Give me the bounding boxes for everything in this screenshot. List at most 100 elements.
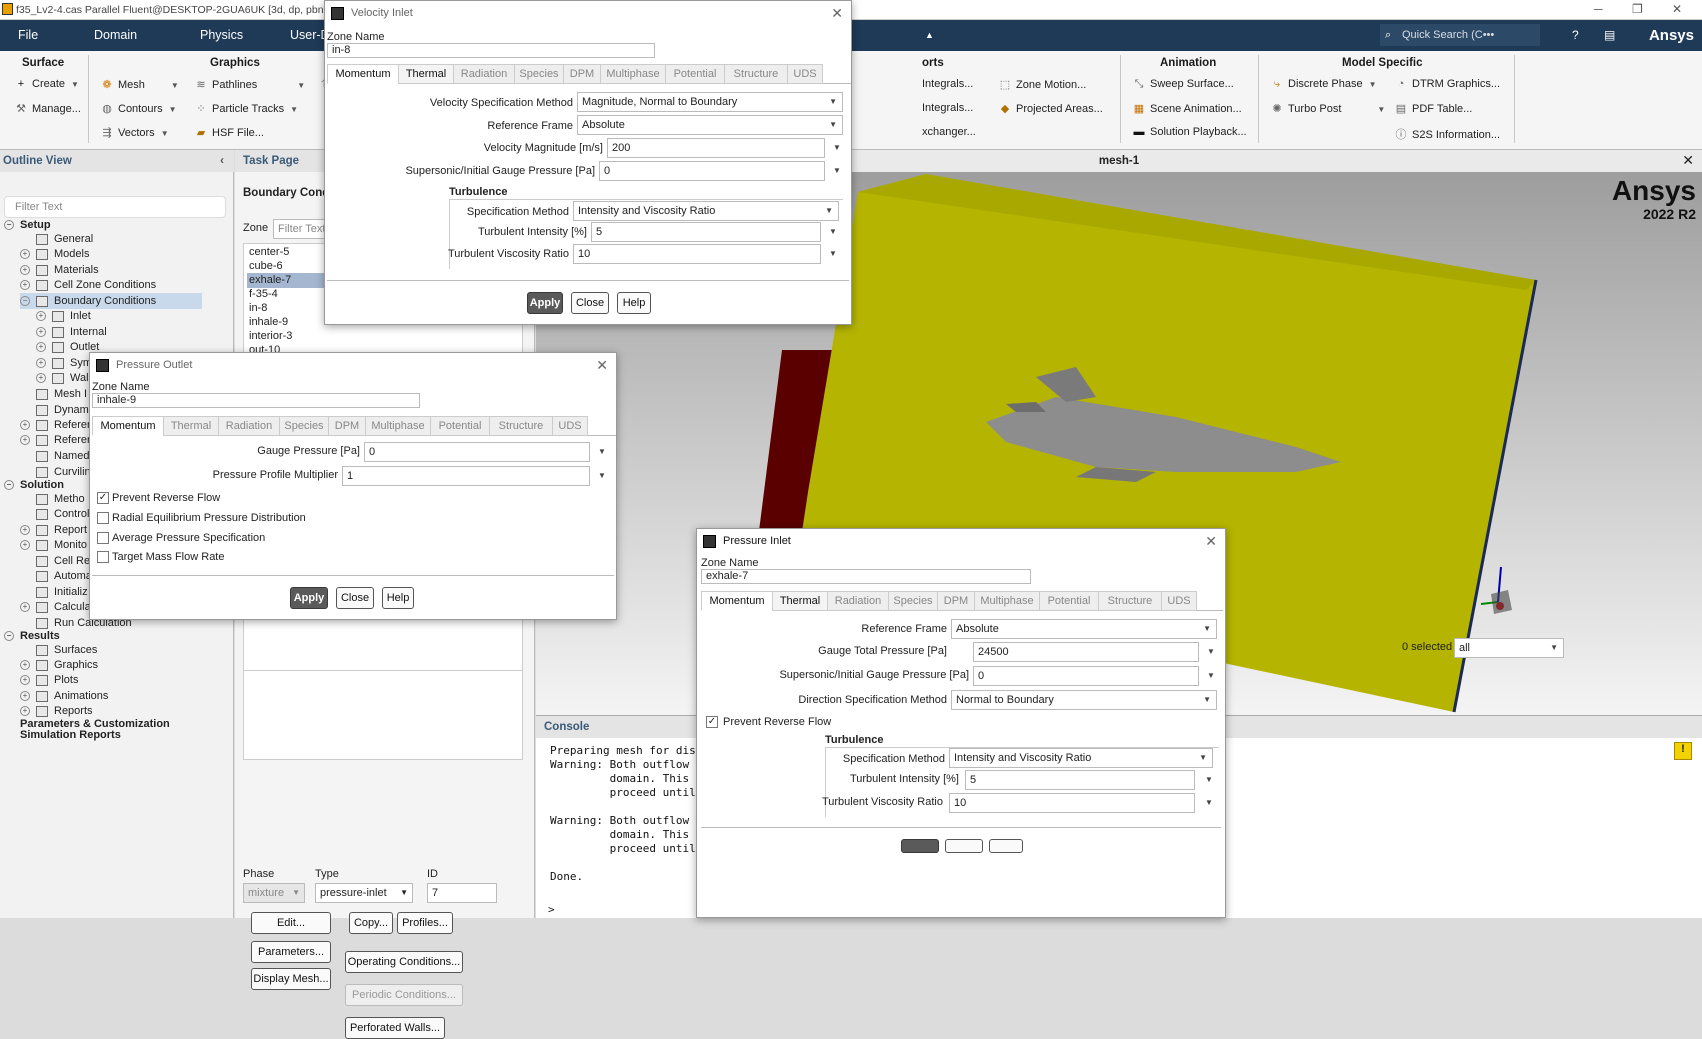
tab-dpm[interactable]: DPM <box>328 416 366 436</box>
outline-item-sym[interactable]: + Sym <box>36 355 92 371</box>
contours-button[interactable]: ◍ Contours ▼ <box>100 102 176 115</box>
collapse-icon[interactable]: − <box>20 296 30 307</box>
reference-frame-select[interactable]: Absolute ▼ <box>951 619 1217 639</box>
outline-item-general[interactable]: General <box>20 231 93 247</box>
menu-file[interactable]: File <box>18 20 38 51</box>
outline-item-referer[interactable]: + Referer <box>20 417 91 433</box>
help-button[interactable]: Help <box>617 292 651 314</box>
turbulence-spec-method-select[interactable]: Intensity and Viscosity Ratio ▼ <box>573 201 839 221</box>
tab-species[interactable]: Species <box>888 591 938 611</box>
outline-item-automa[interactable]: Automa <box>20 568 92 584</box>
scene-animation-button[interactable]: ▦ Scene Animation... <box>1132 102 1242 115</box>
expand-icon[interactable]: + <box>36 358 46 369</box>
tab-thermal[interactable]: Thermal <box>398 64 454 84</box>
outline-item-plots[interactable]: + Plots <box>20 672 78 688</box>
outline-item-control[interactable]: Control <box>20 506 89 522</box>
create-button[interactable]: + Create ▼ <box>14 78 79 90</box>
tab-structure[interactable]: Structure <box>724 64 788 84</box>
vectors-button[interactable]: ⇶ Vectors ▼ <box>100 126 168 139</box>
outline-item-internal[interactable]: + Internal <box>36 324 107 340</box>
quick-search[interactable]: ⌕ Quick Search (C••• <box>1380 24 1540 46</box>
radial-equilibrium-checkbox[interactable] <box>97 512 109 524</box>
help-button[interactable] <box>989 839 1023 853</box>
pressure-profile-multiplier-field[interactable]: 1 <box>342 466 590 486</box>
particle-tracks-button[interactable]: ⁘ Particle Tracks ▼ <box>194 102 298 115</box>
expand-icon[interactable]: + <box>36 342 46 353</box>
outline-item-wal[interactable]: + Wal <box>36 370 89 386</box>
edit-button[interactable]: Edit... <box>251 912 331 934</box>
outline-item-dynami[interactable]: Dynami <box>20 402 91 418</box>
projected-areas-button[interactable]: ◆ Projected Areas... <box>998 102 1103 115</box>
tab-thermal[interactable]: Thermal <box>772 591 828 611</box>
tab-thermal[interactable]: Thermal <box>163 416 219 436</box>
velocity-magnitude-field[interactable]: 200 <box>607 138 825 158</box>
expand-icon[interactable]: + <box>36 311 46 322</box>
tab-potential[interactable]: Potential <box>665 64 725 84</box>
param-dropdown-icon[interactable]: ▼ <box>829 227 837 236</box>
tab-uds[interactable]: UDS <box>787 64 823 84</box>
direction-spec-method-select[interactable]: Normal to Boundary ▼ <box>951 690 1217 710</box>
gauge-total-pressure-field[interactable]: 24500 <box>973 642 1199 662</box>
minimize-icon[interactable]: ─ <box>1594 2 1603 16</box>
turbo-post-button[interactable]: ✺ Turbo Post ▼ <box>1270 102 1385 115</box>
tab-multiphase[interactable]: Multiphase <box>974 591 1040 611</box>
outline-item-cell-zone-conditions[interactable]: + Cell Zone Conditions <box>20 277 156 293</box>
tab-momentum[interactable]: Momentum <box>327 64 399 84</box>
apply-button[interactable] <box>901 839 939 853</box>
restore-icon[interactable]: ❐ <box>1632 2 1643 16</box>
close-dialog-icon[interactable]: ✕ <box>1205 529 1217 553</box>
collapse-icon[interactable]: − <box>4 631 14 642</box>
parameters-button[interactable]: Parameters... <box>251 941 331 963</box>
surface-integrals-button[interactable]: Integrals... <box>922 78 973 90</box>
help-button[interactable]: Help <box>382 587 414 609</box>
close-button[interactable]: Close <box>336 587 374 609</box>
outline-item-materials[interactable]: + Materials <box>20 262 99 278</box>
outline-item-referer[interactable]: + Referer <box>20 432 91 448</box>
apply-button[interactable]: Apply <box>290 587 328 609</box>
close-dialog-icon[interactable]: ✕ <box>596 353 608 377</box>
expand-icon[interactable]: + <box>20 265 30 276</box>
viscosity-ratio-field[interactable]: 10 <box>573 244 821 264</box>
close-button[interactable] <box>945 839 983 853</box>
tab-species[interactable]: Species <box>279 416 329 436</box>
heat-exchanger-button[interactable]: xchanger... <box>922 126 976 138</box>
collapse-icon[interactable]: − <box>4 220 14 231</box>
zone-name-field[interactable]: exhale-7 <box>701 569 1031 584</box>
close-button[interactable]: Close <box>571 292 609 314</box>
reference-frame-select[interactable]: Absolute ▼ <box>577 115 843 135</box>
outline-item-simulation-reports[interactable]: Simulation Reports <box>4 727 121 743</box>
warning-icon[interactable]: ! <box>1674 742 1692 760</box>
param-dropdown-icon[interactable]: ▼ <box>833 143 841 152</box>
expand-icon[interactable]: + <box>20 540 30 551</box>
menu-physics[interactable]: Physics <box>200 20 243 51</box>
collapse-ribbon-icon[interactable]: ▲ <box>925 20 934 51</box>
outline-item-boundary-conditions[interactable]: − Boundary Conditions <box>20 293 202 309</box>
outline-item-report[interactable]: + Report <box>20 522 87 538</box>
tab-uds[interactable]: UDS <box>552 416 588 436</box>
panel-icon[interactable]: ▤ <box>1604 27 1618 43</box>
expand-icon[interactable]: + <box>20 280 30 291</box>
param-dropdown-icon[interactable]: ▼ <box>1205 798 1213 807</box>
outline-item-initializ[interactable]: Initializ <box>20 584 88 600</box>
operating-conditions-button[interactable]: Operating Conditions... <box>345 951 463 973</box>
tab-dpm[interactable]: DPM <box>563 64 601 84</box>
solution-playback-button[interactable]: ▬ Solution Playback... <box>1132 126 1247 138</box>
tab-structure[interactable]: Structure <box>489 416 553 436</box>
outline-item-surfaces[interactable]: Surfaces <box>20 642 97 658</box>
param-dropdown-icon[interactable]: ▼ <box>1207 671 1215 680</box>
profiles-button[interactable]: Profiles... <box>397 912 453 934</box>
tab-uds[interactable]: UDS <box>1161 591 1197 611</box>
expand-icon[interactable]: + <box>20 249 30 260</box>
collapse-icon[interactable]: − <box>4 480 14 491</box>
prevent-reverse-flow-checkbox[interactable]: ✓ <box>97 492 109 504</box>
type-select[interactable]: pressure-inlet ▼ <box>315 883 413 903</box>
outline-item-cell-re[interactable]: Cell Re <box>20 553 90 569</box>
close-window-icon[interactable]: ✕ <box>1672 2 1682 16</box>
tab-momentum[interactable]: Momentum <box>92 416 164 436</box>
param-dropdown-icon[interactable]: ▼ <box>598 471 606 480</box>
tab-radiation[interactable]: Radiation <box>453 64 515 84</box>
hsf-file-button[interactable]: ▰ HSF File... <box>194 126 264 139</box>
outline-filter-input[interactable]: Filter Text <box>4 196 226 218</box>
outline-item-mesh-i[interactable]: Mesh I <box>20 386 87 402</box>
supersonic-pressure-field[interactable]: 0 <box>973 666 1199 686</box>
